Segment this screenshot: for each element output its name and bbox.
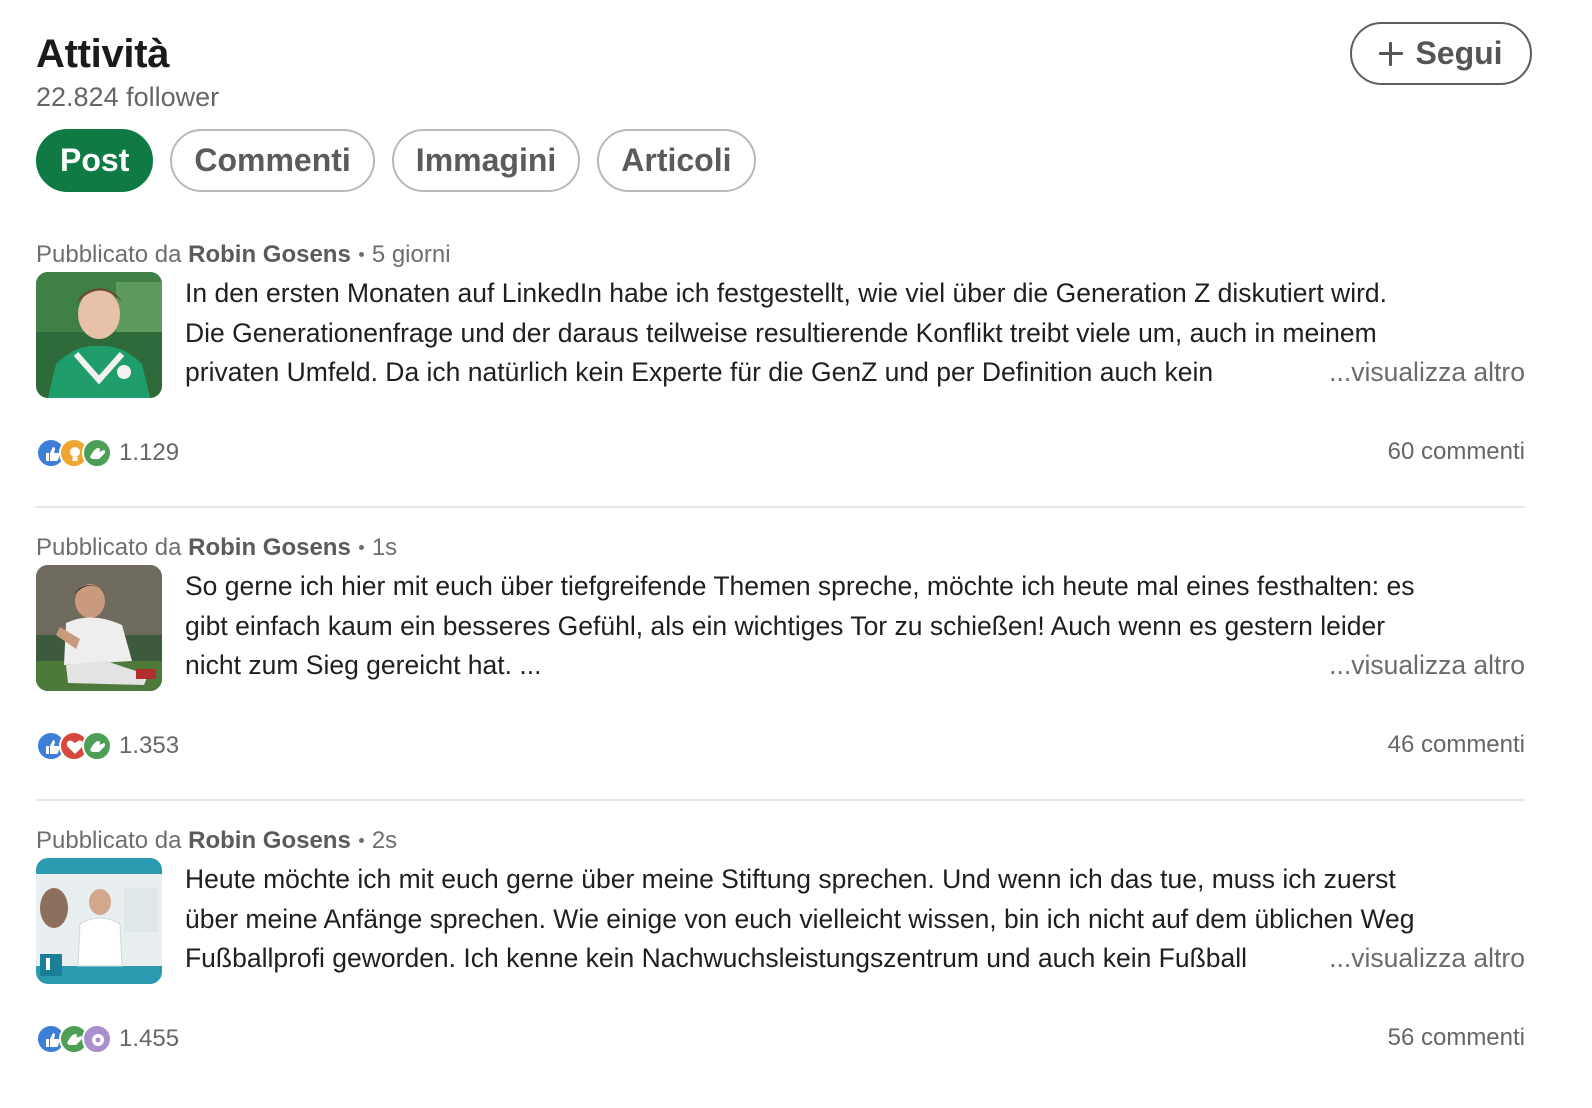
see-more-link[interactable]: ...visualizza altro <box>1317 646 1525 686</box>
plus-icon <box>1379 41 1404 66</box>
post-meta-prefix: Pubblicato da <box>36 534 182 561</box>
tab-comments[interactable]: Commenti <box>170 129 375 192</box>
follow-button[interactable]: Segui <box>1350 22 1532 85</box>
post-text-line: privaten Umfeld. Da ich natürlich kein E… <box>185 357 1214 387</box>
post-text-line: Die Generationenfrage und der daraus tei… <box>185 317 1377 348</box>
follower-count: 22.824 follower <box>36 82 220 112</box>
comment-count[interactable]: 60 commenti <box>1388 438 1525 466</box>
reaction-count: 1.129 <box>119 439 180 466</box>
post-meta: Pubblicato da Robin Gosens 5 giorni <box>36 240 1525 270</box>
tab-articles[interactable]: Articoli <box>597 129 756 192</box>
post-meta-prefix: Pubblicato da <box>36 241 182 268</box>
post-item[interactable]: Pubblicato da Robin Gosens 5 giorni In de… <box>36 240 1525 468</box>
reaction-count: 1.353 <box>119 732 180 759</box>
post-item[interactable]: Pubblicato da Robin Gosens 1s So gerne i… <box>36 533 1525 761</box>
post-meta-prefix: Pubblicato da <box>36 827 182 854</box>
activity-section: Attività 22.824 follower Segui Post Comm… <box>0 0 1592 1108</box>
post-meta: Pubblicato da Robin Gosens 2s <box>36 826 1525 856</box>
see-more-link[interactable]: ...visualizza altro <box>1317 939 1525 979</box>
activity-tabs: Post Commenti Immagini Articoli <box>36 129 756 192</box>
post-author[interactable]: Robin Gosens <box>188 241 351 268</box>
see-more-link[interactable]: ...visualizza altro <box>1317 353 1525 393</box>
post-text-line: So gerne ich hier mit euch über tiefgrei… <box>185 571 1415 601</box>
curious-reaction-icon <box>82 1024 112 1054</box>
tab-post[interactable]: Post <box>36 129 154 192</box>
comment-count[interactable]: 56 commenti <box>1388 1024 1525 1052</box>
follow-button-label: Segui <box>1415 35 1503 71</box>
post-stats: 1.353 46 commenti <box>36 729 1525 769</box>
reaction-count: 1.455 <box>119 1025 180 1052</box>
post-text-line: Fußballprofi geworden. Ich kenne kein Na… <box>185 943 1248 973</box>
post-divider <box>36 799 1525 801</box>
separator-dot <box>358 837 364 843</box>
reactions-summary[interactable]: 1.455 <box>36 1024 179 1054</box>
separator-dot <box>358 251 364 257</box>
post-item[interactable]: Pubblicato da Robin Gosens 2s Heute möcht… <box>36 826 1525 1054</box>
post-text-line: gibt einfach kaum ein besseres Gefühl, a… <box>185 610 1386 641</box>
reactions-summary[interactable]: 1.129 <box>36 438 179 468</box>
section-title: Attività <box>36 32 170 76</box>
comment-count[interactable]: 46 commenti <box>1388 731 1525 759</box>
support-reaction-icon <box>82 438 112 468</box>
separator-dot <box>358 544 364 550</box>
post-stats: 1.129 60 commenti <box>36 436 1525 476</box>
post-age: 1s <box>371 534 398 561</box>
post-thumbnail[interactable] <box>36 565 162 691</box>
post-text-line: In den ersten Monaten auf LinkedIn habe … <box>185 278 1388 308</box>
post-author[interactable]: Robin Gosens <box>188 827 351 854</box>
post-author[interactable]: Robin Gosens <box>188 534 351 561</box>
post-age: 5 giorni <box>371 241 451 268</box>
post-text-line: nicht zum Sieg gereicht hat. ... <box>185 650 542 680</box>
post-meta: Pubblicato da Robin Gosens 1s <box>36 533 1525 563</box>
post-thumbnail[interactable] <box>36 272 162 398</box>
post-stats: 1.455 56 commenti <box>36 1022 1525 1062</box>
tab-images[interactable]: Immagini <box>391 129 581 192</box>
post-divider <box>36 506 1525 508</box>
post-text-line: Heute möchte ich mit euch gerne über mei… <box>185 864 1396 894</box>
support-reaction-icon <box>82 731 112 761</box>
post-thumbnail[interactable] <box>36 858 162 984</box>
post-text-line: über meine Anfänge sprechen. Wie einige … <box>185 903 1415 934</box>
reactions-summary[interactable]: 1.353 <box>36 731 179 761</box>
post-age: 2s <box>371 827 398 854</box>
